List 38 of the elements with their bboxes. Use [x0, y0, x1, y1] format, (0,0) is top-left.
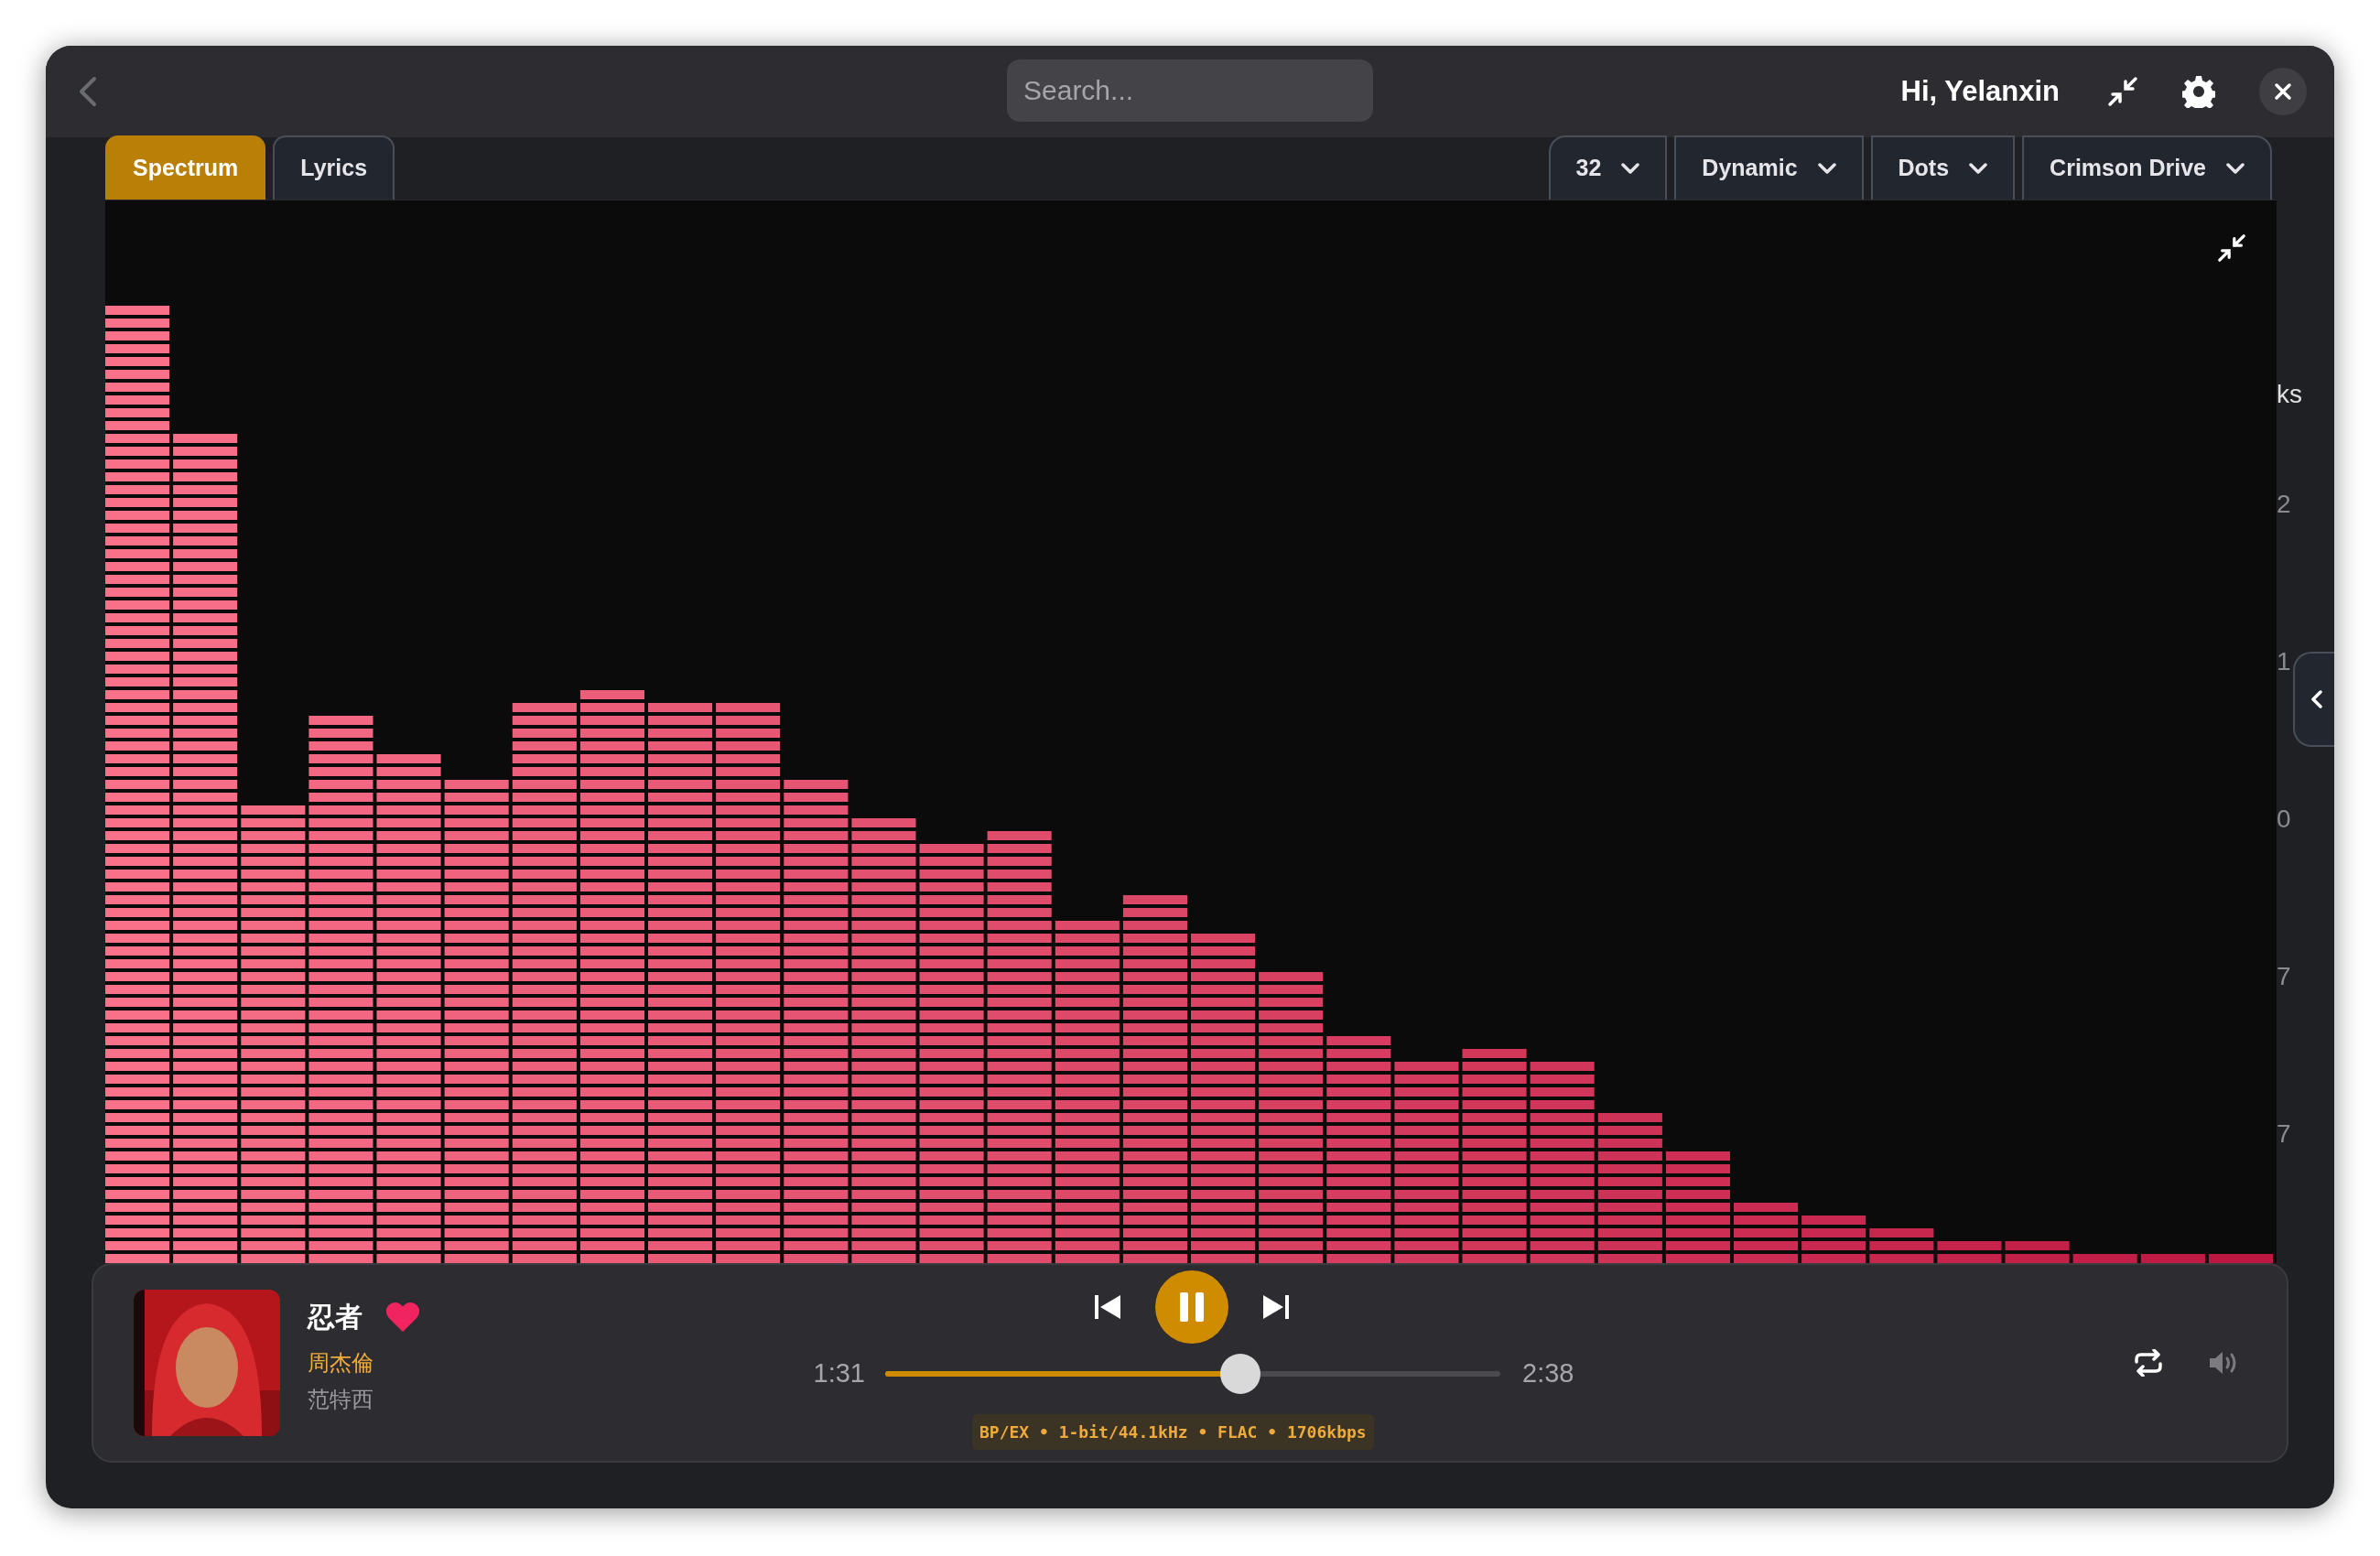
- settings-icon[interactable]: [2182, 75, 2215, 108]
- dropdown-button[interactable]: Crimson Drive: [2022, 135, 2272, 200]
- chevron-down-icon: [1817, 163, 1836, 174]
- play-count-text: 0: [2277, 804, 2291, 835]
- dropdown-button[interactable]: 32: [1548, 135, 1668, 200]
- view-tab[interactable]: Lyrics: [273, 135, 395, 200]
- duration-time: 2:38: [1522, 1357, 1574, 1390]
- pause-icon: [1180, 1292, 1204, 1322]
- collapse-icon[interactable]: [2107, 76, 2138, 107]
- next-icon[interactable]: [1261, 1294, 1289, 1320]
- play-count-text: 2: [2277, 489, 2291, 520]
- dropdown-button[interactable]: Dots: [1870, 135, 2016, 200]
- format-badge: BP/EX • 1-bit/44.1kHz • FLAC • 1706kbps: [972, 1414, 1374, 1450]
- play-count-text: 7: [2277, 961, 2291, 992]
- chevron-down-icon: [2226, 163, 2245, 174]
- previous-icon[interactable]: [1095, 1294, 1122, 1320]
- progress-thumb[interactable]: [1219, 1354, 1260, 1394]
- progress-slider[interactable]: [885, 1354, 1500, 1394]
- close-button[interactable]: [2259, 68, 2307, 115]
- artist-name[interactable]: 周杰倫: [308, 1346, 419, 1379]
- search-field[interactable]: Search...: [1007, 59, 1373, 122]
- user-greeting: Hi, Yelanxin: [1900, 73, 2060, 109]
- dropdown-button[interactable]: Dynamic: [1674, 135, 1864, 200]
- chevron-left-icon: [2310, 689, 2323, 709]
- elapsed-time: 1:31: [812, 1357, 865, 1390]
- track-title: 忍者: [308, 1301, 362, 1334]
- close-icon: [2274, 82, 2292, 101]
- repeat-icon[interactable]: [2133, 1349, 2164, 1377]
- sidebar-toggle-button[interactable]: [2293, 652, 2334, 747]
- play-count-text: 7: [2277, 1118, 2291, 1150]
- track-count-text: ks: [2277, 379, 2302, 410]
- album-name: 范特西: [308, 1386, 374, 1413]
- chevron-down-icon: [1969, 163, 1988, 174]
- heart-icon[interactable]: [386, 1302, 419, 1332]
- play-count-text: 1: [2277, 646, 2291, 677]
- chevron-down-icon: [1621, 163, 1640, 174]
- back-icon[interactable]: [78, 76, 98, 107]
- collapse-icon[interactable]: [2217, 233, 2246, 263]
